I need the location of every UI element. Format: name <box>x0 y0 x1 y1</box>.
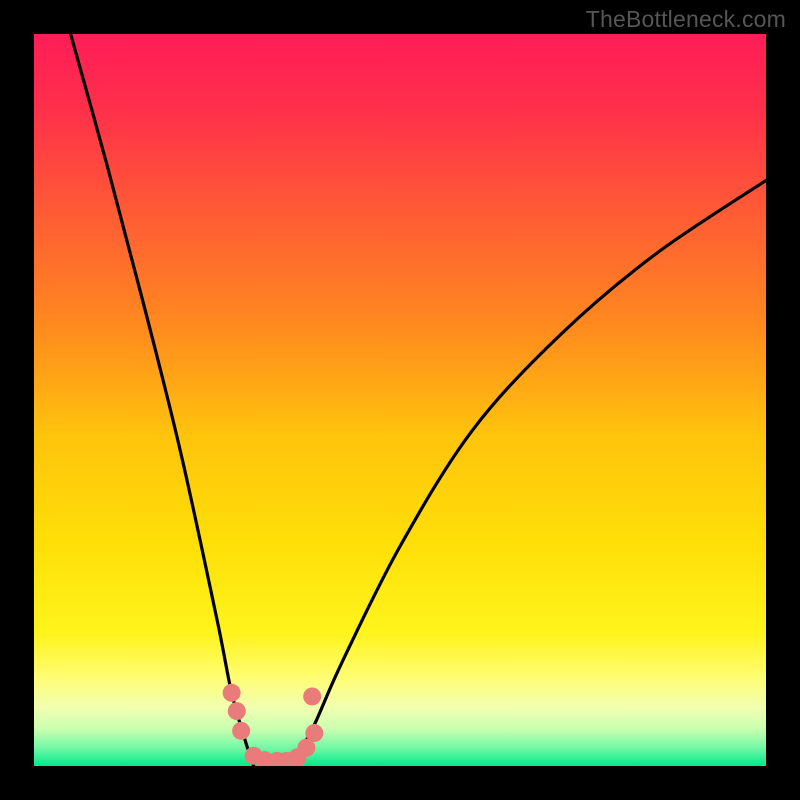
data-marker <box>305 724 323 742</box>
watermark-text: TheBottleneck.com <box>586 6 786 33</box>
curve-layer <box>34 34 766 766</box>
plot-area <box>34 34 766 766</box>
right-curve <box>290 180 766 766</box>
data-marker <box>232 722 250 740</box>
marker-group <box>223 684 324 766</box>
left-curve <box>71 34 254 766</box>
data-marker <box>228 702 246 720</box>
data-marker <box>303 687 321 705</box>
chart-frame: TheBottleneck.com <box>0 0 800 800</box>
data-marker <box>223 684 241 702</box>
